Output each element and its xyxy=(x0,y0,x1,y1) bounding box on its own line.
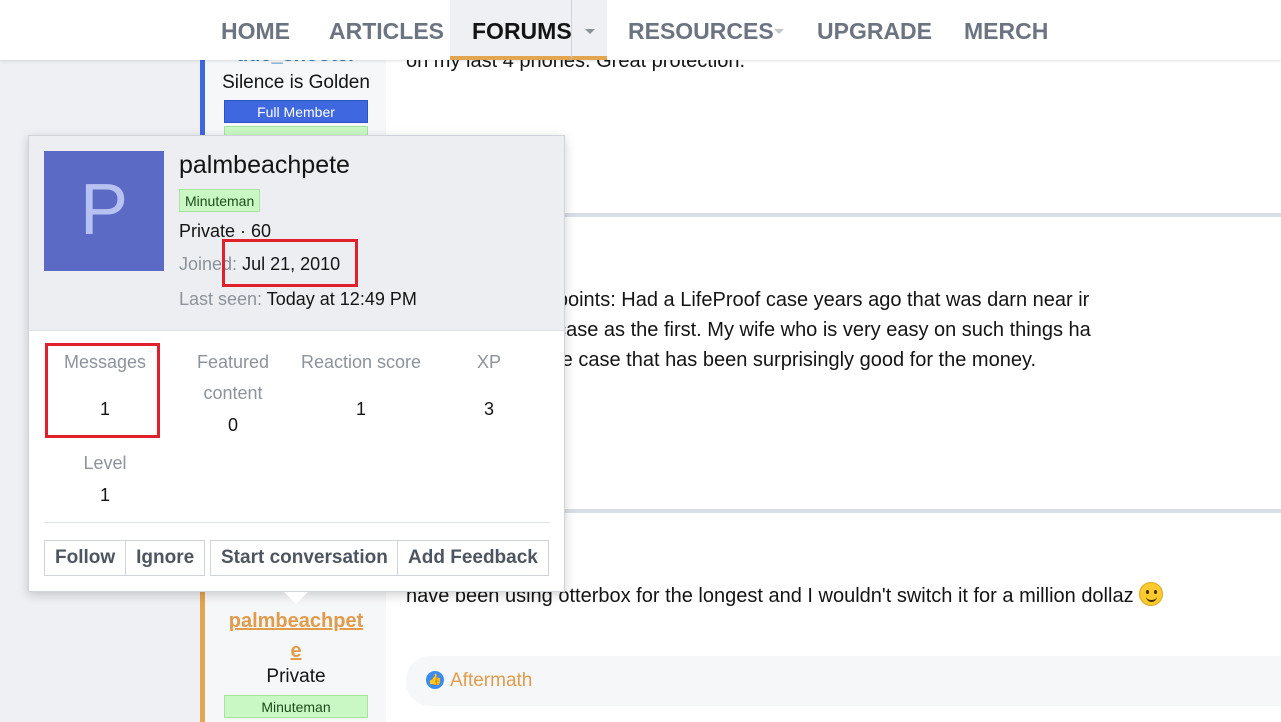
forums-dropdown-toggle[interactable] xyxy=(571,0,607,60)
start-conversation-group: Start conversation xyxy=(210,540,399,576)
last-seen-line: Last seen: Today at 12:49 PM xyxy=(179,289,417,310)
post-author-stripe xyxy=(200,590,205,722)
author-name-part: e xyxy=(290,640,302,662)
avatar[interactable]: P xyxy=(44,151,164,271)
nav-home[interactable]: HOME xyxy=(221,0,290,60)
chevron-down-icon xyxy=(585,29,595,34)
top-navigation: HOME ARTICLES FORUMS RESOURCES UPGRADE M… xyxy=(0,0,1281,60)
user-banner: Full Member xyxy=(224,100,368,123)
stat-label: Reaction score xyxy=(300,352,422,372)
stat-label: Level xyxy=(83,453,127,473)
author-name-part: palmbeachpet xyxy=(228,610,364,632)
add-feedback-group: Add Feedback xyxy=(397,540,549,576)
start-conversation-button[interactable]: Start conversation xyxy=(211,541,398,575)
user-banner: Minuteman xyxy=(224,695,368,718)
nav-resources[interactable]: RESOURCES xyxy=(628,0,774,60)
stat-reaction-score[interactable]: Reaction score 1 xyxy=(291,347,431,425)
stat-value: 0 xyxy=(227,415,238,435)
stat-label: XP xyxy=(476,352,501,372)
stat-xp[interactable]: XP 3 xyxy=(429,347,549,425)
last-seen-label: Last seen: xyxy=(179,289,263,309)
post-author-link[interactable]: palmbeachpet e xyxy=(206,606,386,666)
like-icon: 👍 xyxy=(426,671,444,689)
annotation-highlight-joined xyxy=(222,239,358,287)
reaction-user-link[interactable]: Aftermath xyxy=(450,670,532,692)
resources-dropdown-toggle[interactable] xyxy=(761,0,797,56)
stat-value: 3 xyxy=(483,399,494,419)
stat-value: 1 xyxy=(355,399,366,419)
tooltip-arrow xyxy=(284,592,308,604)
stat-label: content xyxy=(203,383,263,403)
stat-value: 1 xyxy=(99,485,110,505)
nav-upgrade[interactable]: UPGRADE xyxy=(817,0,932,60)
user-title: Private xyxy=(266,666,326,687)
ignore-button[interactable]: Ignore xyxy=(125,541,204,575)
user-title: Silence is Golden xyxy=(222,72,370,93)
tooltip-username[interactable]: palmbeachpete xyxy=(179,151,350,180)
tooltip-header: P palmbeachpete Minuteman Private · 60 J… xyxy=(29,136,564,331)
chevron-down-icon xyxy=(774,29,784,34)
post-author-stripe xyxy=(200,60,205,135)
stat-label: Featured xyxy=(196,352,270,372)
follow-ignore-group: Follow Ignore xyxy=(44,540,206,576)
nav-merch[interactable]: MERCH xyxy=(964,0,1048,60)
nav-articles[interactable]: ARTICLES xyxy=(329,0,444,60)
smile-emoji-icon xyxy=(1139,582,1164,606)
stat-level: Level 1 xyxy=(44,448,166,511)
follow-button[interactable]: Follow xyxy=(45,541,125,575)
user-banner: Minuteman xyxy=(179,189,261,212)
reactions-bar xyxy=(406,656,1281,706)
annotation-highlight-messages xyxy=(45,343,160,438)
tooltip-divider xyxy=(44,522,550,523)
add-feedback-button[interactable]: Add Feedback xyxy=(398,541,548,575)
last-seen-value: Today at 12:49 PM xyxy=(266,289,417,309)
stat-featured-content[interactable]: Featured content 0 xyxy=(172,347,294,441)
